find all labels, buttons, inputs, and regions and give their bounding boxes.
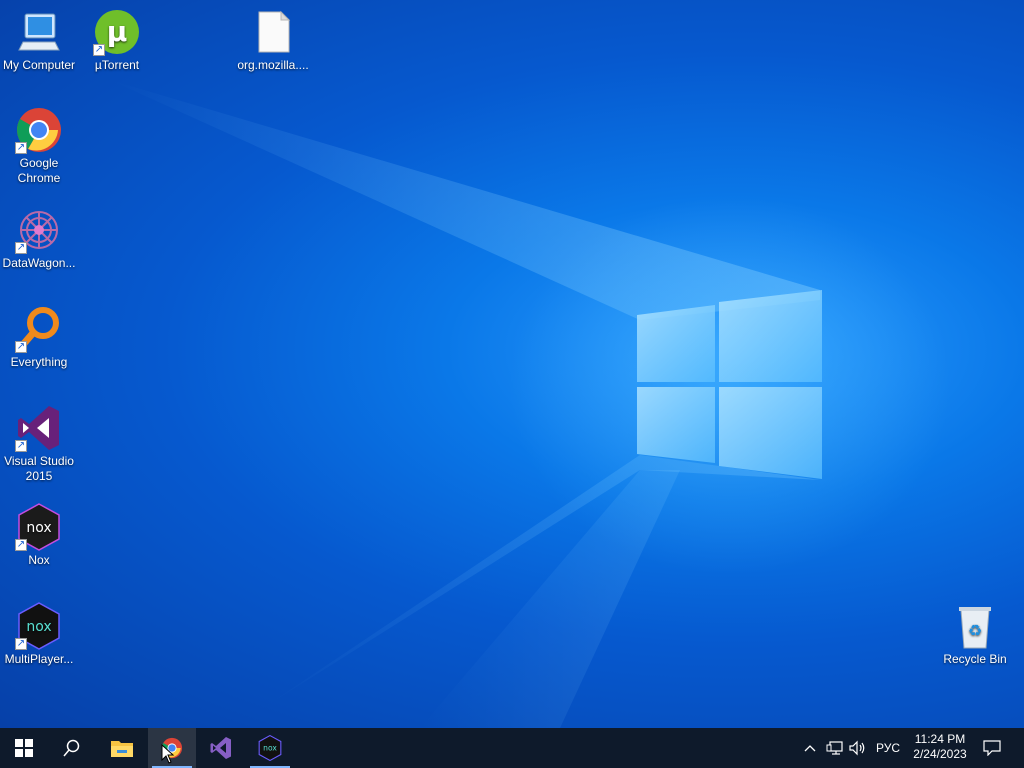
file-icon [249, 8, 297, 56]
recycle-bin-icon: ♻ [951, 602, 999, 650]
input-language-indicator[interactable]: РУС [872, 728, 904, 768]
desktop-icon-label: My Computer [2, 58, 76, 72]
chrome-icon: ↗ [15, 106, 63, 154]
clock-time: 11:24 PM [914, 732, 966, 746]
computer-icon [15, 8, 63, 56]
action-center-button[interactable] [978, 728, 1006, 768]
shortcut-arrow-icon: ↗ [15, 142, 27, 154]
desktop-icon-label: MultiPlayer... [4, 652, 74, 666]
clock-date: 2/24/2023 [913, 747, 967, 761]
taskbar-clock[interactable]: 11:24 PM 2/24/2023 [904, 728, 976, 768]
desktop-icon-datawagon[interactable]: ↗ DataWagon... [0, 206, 78, 271]
desktop-icon-google-chrome[interactable]: ↗ Google Chrome [0, 106, 78, 186]
nox-multiplayer-icon: nox ↗ [15, 602, 63, 650]
nox-icon: nox [258, 735, 282, 761]
shortcut-arrow-icon: ↗ [15, 638, 27, 650]
svg-text:nox: nox [26, 619, 51, 635]
svg-text:♻: ♻ [968, 621, 982, 640]
desktop-icon-label: DataWagon... [2, 256, 76, 270]
volume-tray-button[interactable] [847, 728, 869, 768]
desktop-icon-everything[interactable]: ↗ Everything [0, 305, 78, 370]
desktop-icon-visual-studio-2015[interactable]: ↗ Visual Studio 2015 [0, 404, 78, 484]
shortcut-arrow-icon: ↗ [93, 44, 105, 56]
desktop-icon-label: Recycle Bin [943, 652, 1007, 666]
desktop-icon-label: Nox [28, 553, 50, 567]
nox-icon: nox ↗ [15, 503, 63, 551]
start-button[interactable] [0, 728, 48, 768]
wallpaper [110, 80, 950, 728]
shortcut-arrow-icon: ↗ [15, 440, 27, 452]
taskbar-nox[interactable]: nox [246, 728, 294, 768]
search-icon [63, 739, 80, 757]
network-tray-button[interactable] [824, 728, 846, 768]
taskbar-visual-studio[interactable] [197, 728, 245, 768]
network-icon [826, 741, 843, 755]
folder-icon [111, 741, 133, 757]
svg-text:nox: nox [26, 520, 51, 536]
chevron-up-icon [804, 745, 816, 752]
everything-search-icon: ↗ [15, 305, 63, 353]
desktop-icon-label: Visual Studio 2015 [4, 454, 74, 483]
search-button[interactable] [48, 728, 96, 768]
desktop-icon-label: Everything [10, 355, 68, 369]
desktop-icon-multiplayer[interactable]: nox ↗ MultiPlayer... [0, 602, 78, 667]
datawagon-icon: ↗ [15, 206, 63, 254]
visual-studio-icon [210, 737, 231, 759]
desktop[interactable]: My Computer µ ↗ µTorrent org.mozilla.... [0, 0, 1024, 728]
desktop-icon-label: µTorrent [94, 58, 140, 72]
windows-logo-wallpaper [637, 290, 822, 479]
desktop-icon-org-mozilla[interactable]: org.mozilla.... [234, 8, 312, 73]
desktop-icon-my-computer[interactable]: My Computer [0, 8, 78, 73]
show-hidden-icons-button[interactable] [800, 728, 820, 768]
utorrent-icon: µ ↗ [93, 8, 141, 56]
shortcut-arrow-icon: ↗ [15, 341, 27, 353]
desktop-icon-utorrent[interactable]: µ ↗ µTorrent [78, 8, 156, 73]
speaker-icon [849, 740, 865, 756]
svg-text:µ: µ [107, 15, 128, 48]
shortcut-arrow-icon: ↗ [15, 539, 27, 551]
svg-text:nox: nox [263, 744, 277, 753]
desktop-icon-label: Google Chrome [17, 156, 61, 185]
taskbar-file-explorer[interactable] [98, 728, 146, 768]
desktop-icon-nox[interactable]: nox ↗ Nox [0, 503, 78, 568]
desktop-icon-label: org.mozilla.... [237, 58, 309, 72]
windows-logo-icon [15, 739, 33, 757]
visual-studio-icon: ↗ [15, 404, 63, 452]
taskbar: nox РУС 11:24 PM 2/24/2023 [0, 728, 1024, 768]
desktop-icon-recycle-bin[interactable]: ♻ Recycle Bin [936, 602, 1014, 667]
mouse-cursor-icon [161, 744, 175, 764]
shortcut-arrow-icon: ↗ [15, 242, 27, 254]
notification-icon [983, 740, 1001, 756]
